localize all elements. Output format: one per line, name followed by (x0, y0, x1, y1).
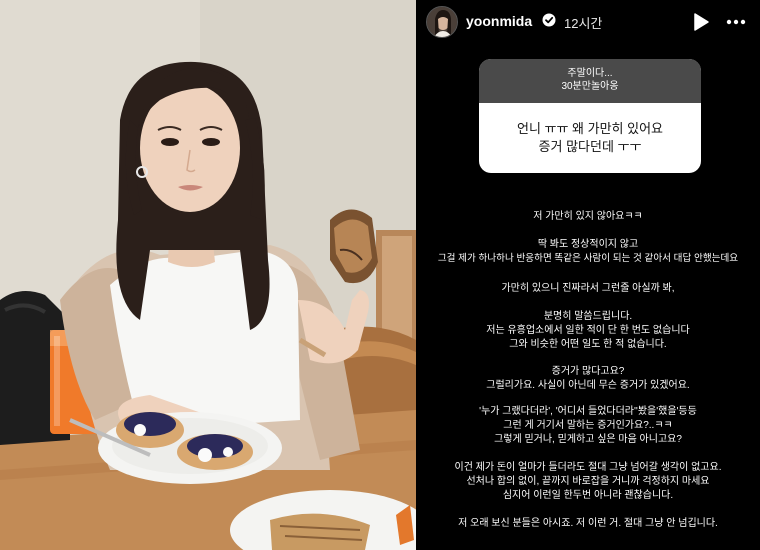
story-line: '누가 그랬다더라', '어디서 들었다더라''봤을'했을'등등 (479, 406, 697, 417)
story-line: 분명히 말씀드립니다. (543, 311, 633, 322)
story-line: 그와 비슷한 어떤 일도 한 적 없습니다. (509, 339, 667, 350)
story-photo (0, 0, 416, 550)
story-text-block: 저 가만히 있지 않아요ㅋㅋ 딱 봐도 정상적이지 않고 그걸 제가 하나하나 … (416, 0, 760, 550)
story-line: 그렇게 믿거나, 믿게하고 싶은 마음 아니고요? (494, 434, 682, 445)
story-line: 선처나 합의 없이, 끝까지 바로잡을 거니까 걱정하지 마세요 (466, 476, 710, 487)
story-line: 이건 제가 돈이 얼마가 들더라도 절대 그냥 넘어갈 생각이 없고요. (454, 462, 722, 473)
photo-illustration (0, 0, 416, 550)
story-line: 딱 봐도 정상적이지 않고 (537, 239, 639, 250)
story-line: 그걸 제가 하나하나 반응하면 똑같은 사람이 되는 것 같아서 대답 안했는데… (437, 253, 739, 264)
story-panel: yoonmida 12시간 주말이다... 30분만놀아옹 언니 ㅠㅠ 왜 가만… (416, 0, 760, 550)
story-line: 그런 게 거기서 말하는 증거인가요?..ㅋㅋ (503, 420, 673, 431)
story-line: 저는 유흥업소에서 일한 적이 단 한 번도 없습니다 (486, 325, 690, 336)
story-line: 심지어 이런일 한두번 아니라 괜찮습니다. (502, 490, 674, 501)
story-line: 증거가 많다고요? (551, 366, 625, 377)
story-line: 저 오래 보신 분들은 아시죠. 저 이런 거. 절대 그냥 안 넘깁니다. (458, 518, 718, 529)
story-line: 그럴리가요. 사실이 아닌데 무슨 증거가 있겠어요. (486, 380, 690, 391)
story-line: 저 가만히 있지 않아요ㅋㅋ (533, 211, 643, 222)
story-line: 가만히 있으니 진짜라서 그런줄 아실까 봐, (501, 283, 675, 294)
